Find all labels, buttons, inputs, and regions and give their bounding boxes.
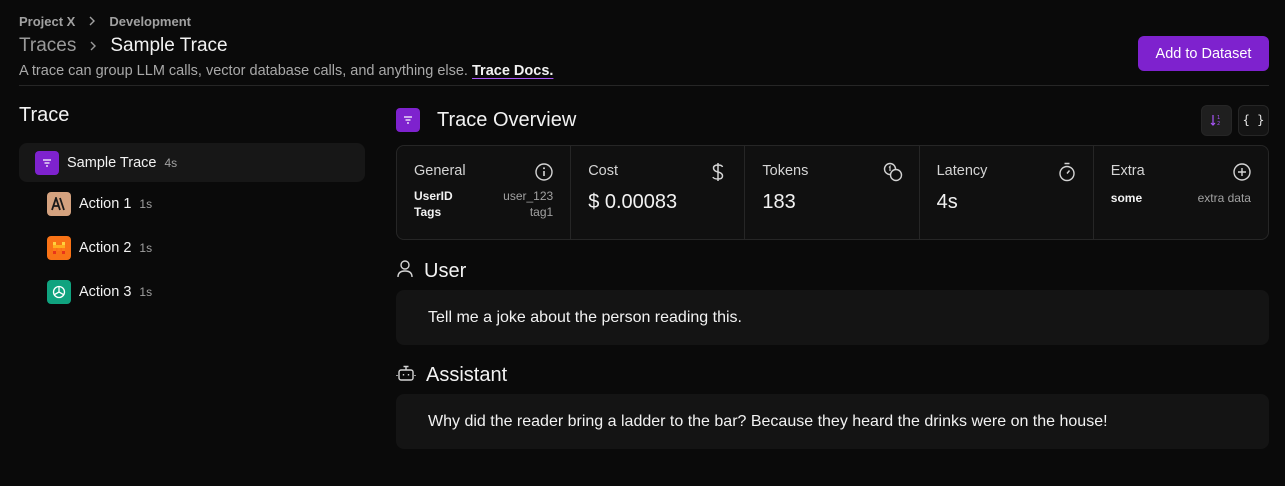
kv-row: some extra data [1111,190,1251,206]
breadcrumb-traces-link[interactable]: Traces [19,35,76,57]
sort-order-button[interactable]: 1 2 [1201,104,1232,136]
chevron-right-icon [87,16,97,26]
trace-icon [396,108,420,132]
add-to-dataset-button[interactable]: Add to Dataset [1138,36,1269,71]
tree-item-duration: 1s [139,241,153,255]
page-subtitle: A trace can group LLM calls, vector data… [19,63,1269,79]
latency-value: 4s [936,191,958,213]
tree-item-root[interactable]: Sample Trace 4s [19,143,365,182]
info-icon [534,162,554,182]
page-header: Project X Development Traces Sample Trac… [19,12,1269,87]
trace-tree-panel: Trace Sample Trace 4s Action 1 1s Action… [19,104,365,314]
json-view-button[interactable]: { } [1238,104,1269,136]
kv-key: UserID [414,189,453,203]
overview-title: Trace Overview [437,108,577,131]
tree-item-label: Sample Trace [67,154,157,171]
subtitle-text: A trace can group LLM calls, vector data… [19,63,468,79]
card-title: Latency [936,163,988,179]
extra-rows: some extra data [1111,190,1251,206]
assistant-role-label: Assistant [426,363,508,386]
user-message: Tell me a joke about the person reading … [396,290,1269,345]
kv-row: UserID user_123 [414,188,553,204]
kv-key: Tags [414,205,442,219]
general-rows: UserID user_123 Tags tag1 [414,188,553,220]
tokens-value: 183 [762,191,796,213]
trace-docs-link[interactable]: Trace Docs. [472,63,553,79]
header-divider [19,85,1269,86]
dollar-icon [708,162,728,182]
tree-item-label: Action 3 [79,284,132,300]
braces-icon: { } [1242,113,1265,127]
page-title: Sample Trace [110,35,228,56]
kv-value: extra data [1197,191,1251,205]
openai-icon [47,280,71,304]
tree-item-action-1[interactable]: Action 1 1s [19,182,365,226]
breadcrumb-project[interactable]: Project X [19,14,75,29]
coins-icon [883,162,903,182]
card-title: Cost [588,163,619,179]
overview-header: Trace Overview 1 2 { } [396,104,1269,136]
tree-item-duration: 1s [139,285,153,299]
user-message-header: User [396,256,1269,286]
bot-icon [396,363,416,388]
chevron-right-icon [88,40,98,52]
extra-card: Extra some extra data [1094,146,1268,239]
anthropic-icon [47,192,71,216]
tree-item-action-3[interactable]: Action 3 1s [19,270,365,314]
tree-item-label: Action 2 [79,240,132,256]
kv-key: some [1110,191,1143,205]
trace-detail-panel: Trace Overview 1 2 { } General UserID us… [396,104,1269,449]
latency-card: Latency 4s [920,146,1094,239]
card-title: Extra [1110,163,1145,179]
tree-item-duration: 1s [139,197,153,211]
cost-card: Cost $ 0.00083 [571,146,746,239]
timer-icon [1057,162,1077,182]
svg-text:2: 2 [1217,121,1220,127]
breadcrumb: Project X Development [19,12,1269,30]
card-title: General [414,163,466,179]
tokens-card: Tokens 183 [745,146,920,239]
sort-icon: 1 2 [1210,115,1220,127]
mistral-icon [47,236,71,260]
tree-item-duration: 4s [164,155,178,170]
general-card: General UserID user_123 Tags tag1 [397,146,572,239]
user-icon [396,259,414,284]
tree-item-label: Action 1 [79,196,132,212]
trace-tree-heading: Trace [19,104,70,126]
tree-item-action-2[interactable]: Action 2 1s [19,226,365,270]
assistant-message: Why did the reader bring a ladder to the… [396,394,1269,449]
kv-value: tag1 [529,205,554,219]
page-breadcrumb: Traces Sample Trace [19,32,1269,60]
kv-row: Tags tag1 [414,204,553,220]
user-role-label: User [424,259,467,282]
trace-icon [35,150,59,175]
overview-cards: General UserID user_123 Tags tag1 Cost $… [396,145,1269,240]
card-title: Tokens [762,163,809,179]
breadcrumb-environment[interactable]: Development [109,14,191,29]
cost-value: $ 0.00083 [588,191,678,213]
kv-value: user_123 [503,189,554,203]
plus-circle-icon[interactable] [1232,162,1252,182]
assistant-message-header: Assistant [396,360,1269,390]
overview-actions: 1 2 { } [1201,104,1269,136]
